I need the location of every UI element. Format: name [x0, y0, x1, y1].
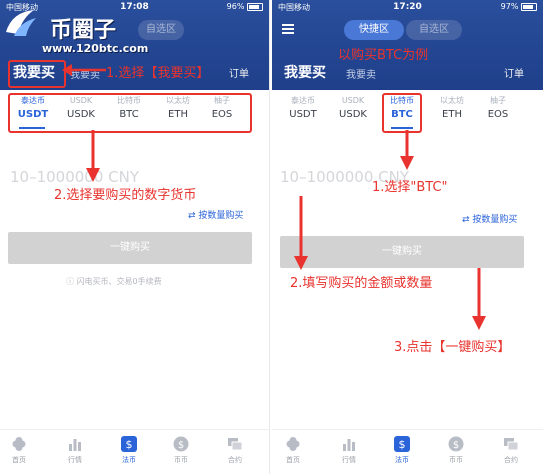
buy-by-quantity-link[interactable]: ⇄ 按数量购买 — [188, 208, 243, 221]
segment-favorites[interactable]: 自选区 — [406, 20, 462, 40]
tabbar-label: 合约 — [228, 456, 242, 464]
tabbar-label: 币币 — [449, 456, 463, 464]
battery-indicator: 96% — [227, 2, 263, 11]
status-bar: 中国移动 17:20 97% — [272, 0, 543, 16]
tabbar-coin[interactable]: $ 币币 — [164, 436, 198, 465]
coin-icon: $ — [173, 436, 189, 452]
logo-url: www.120btc.com — [42, 42, 149, 55]
one-click-buy-button[interactable]: 一键购买 — [8, 232, 252, 264]
highlight-btc — [382, 93, 422, 133]
annotation-step3: 3.点击【一键购买】 — [394, 340, 511, 355]
tabbar-label: 币币 — [174, 456, 188, 464]
app-header: 中国移动 17:20 97% 快捷区 自选区 以购买BTC为例 我要买 我要卖 … — [272, 0, 543, 90]
buy-by-quantity-label: 按数量购买 — [472, 215, 518, 225]
battery-icon — [521, 2, 537, 11]
currency-usdk[interactable]: USDK USDK — [334, 94, 372, 122]
currency-cn-name: 泰达币 — [291, 96, 315, 105]
tabbar-label: 首页 — [12, 456, 26, 464]
tabbar-label: 行情 — [68, 456, 82, 464]
currency-code: USDT — [289, 109, 317, 120]
watermark-logo: 币圈子 www.120btc.com — [4, 8, 154, 60]
currency-cn-name: 以太坊 — [440, 96, 464, 105]
svg-text:$: $ — [126, 438, 133, 451]
annotation-step1-btc: 1.选择"BTC" — [372, 180, 448, 195]
buy-by-quantity-link[interactable]: ⇄ 按数量购买 — [462, 212, 517, 225]
bar-chart-icon — [343, 439, 355, 451]
info-icon: ⓘ — [66, 277, 77, 286]
tabbar-market[interactable]: 行情 — [332, 436, 366, 465]
tabbar-contract[interactable]: 合约 — [494, 436, 528, 465]
currency-code: EOS — [487, 109, 509, 120]
currency-code: USDK — [339, 109, 367, 120]
currency-eth[interactable]: 以太坊 ETH — [433, 94, 471, 122]
annotation-step2-amount: 2.填写购买的金额或数量 — [290, 276, 433, 291]
tabbar-label: 法币 — [122, 456, 136, 464]
svg-text:$: $ — [178, 440, 184, 451]
arrow-down-icon — [400, 130, 414, 170]
battery-percent: 97% — [500, 2, 519, 11]
buy-by-quantity-label: 按数量购买 — [198, 211, 244, 221]
currency-code: ETH — [442, 109, 462, 120]
logo-mark-icon — [6, 10, 36, 36]
coin-icon: $ — [448, 436, 464, 452]
fee-notice-text: 闪电买币、交易0手续费 — [76, 277, 162, 286]
arrow-down-icon — [294, 196, 308, 270]
tabbar-fiat[interactable]: $ 法币 — [385, 436, 419, 465]
battery-percent: 96% — [226, 2, 245, 11]
currency-cn-name: 柚子 — [490, 96, 506, 105]
arrow-down-icon — [86, 130, 100, 182]
currency-cn-name: USDK — [341, 96, 365, 105]
arrow-left-icon — [62, 64, 106, 76]
highlight-currency-row — [8, 93, 252, 133]
svg-text:$: $ — [399, 438, 406, 451]
orders-link[interactable]: 订单 — [504, 65, 524, 80]
annotation-step2: 2.选择要购买的数字货币 — [54, 188, 197, 203]
swap-icon: ⇄ — [462, 215, 473, 225]
dollar-icon: $ — [121, 436, 137, 452]
battery-icon — [247, 2, 263, 11]
menu-icon[interactable] — [282, 24, 294, 34]
orders-link[interactable]: 订单 — [229, 65, 249, 80]
highlight-buy-tab — [8, 60, 66, 88]
tabbar-fiat[interactable]: $ 法币 — [112, 436, 146, 465]
swap-icon: ⇄ — [188, 211, 199, 221]
svg-text:$: $ — [453, 440, 459, 451]
tabbar-label: 首页 — [286, 456, 300, 464]
currency-usdt[interactable]: 泰达币 USDT — [284, 94, 322, 122]
fee-notice: ⓘ 闪电买币、交易0手续费 — [66, 276, 162, 287]
bar-chart-icon — [69, 439, 81, 451]
home-icon — [12, 437, 26, 451]
annotation-example: 以购买BTC为例 — [338, 48, 429, 63]
arrow-down-icon — [472, 268, 486, 330]
right-screenshot: 中国移动 17:20 97% 快捷区 自选区 以购买BTC为例 我要买 我要卖 … — [272, 0, 543, 474]
tabbar-home[interactable]: 首页 — [276, 436, 310, 465]
tabbar-home[interactable]: 首页 — [2, 436, 36, 465]
tabbar-label: 合约 — [504, 456, 518, 464]
tabbar-label: 法币 — [395, 456, 409, 464]
tabbar-label: 行情 — [342, 456, 356, 464]
one-click-buy-button[interactable]: 一键购买 — [280, 236, 524, 268]
logo-name: 币圈子 — [50, 18, 117, 43]
tabbar-coin[interactable]: $ 币币 — [439, 436, 473, 465]
contract-icon — [228, 438, 243, 451]
tab-buy[interactable]: 我要买 — [284, 62, 326, 82]
bottom-tab-bar: 首页 行情 $ 法币 $ 币币 合约 — [272, 429, 543, 474]
annotation-step1: 1.选择【我要买】 — [106, 66, 210, 81]
contract-icon — [504, 438, 519, 451]
home-icon — [286, 437, 300, 451]
tabbar-contract[interactable]: 合约 — [218, 436, 252, 465]
segment-quick[interactable]: 快捷区 — [344, 20, 404, 40]
currency-eos[interactable]: 柚子 EOS — [479, 94, 517, 122]
bottom-tab-bar: 首页 行情 $ 法币 $ 币币 合约 — [0, 429, 269, 474]
tab-sell[interactable]: 我要卖 — [346, 66, 376, 81]
dollar-icon: $ — [394, 436, 410, 452]
battery-indicator: 97% — [501, 2, 537, 11]
left-screenshot: 中国移动 17:08 96% 币圈子 www.120btc.com 自选区 我要… — [0, 0, 270, 474]
tabbar-market[interactable]: 行情 — [58, 436, 92, 465]
segment-favorites[interactable]: 自选区 — [138, 20, 184, 40]
